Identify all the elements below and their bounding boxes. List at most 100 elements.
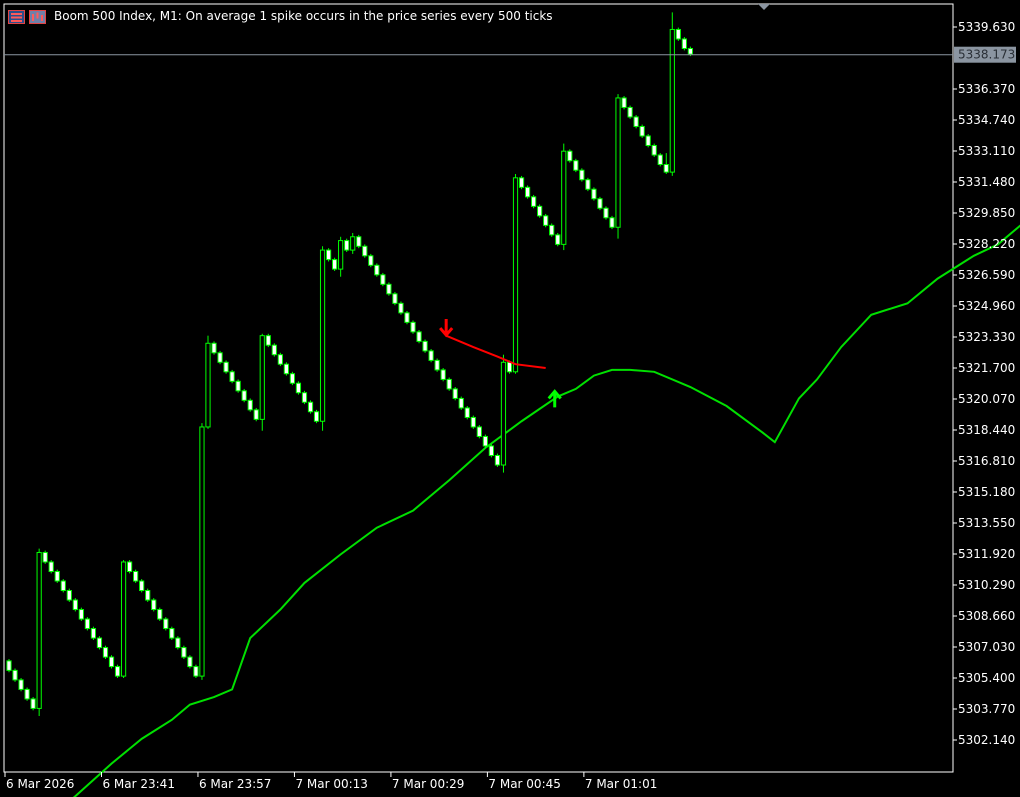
candle-body-up[interactable]: [199, 426, 205, 677]
candle-body-down[interactable]: [621, 97, 627, 108]
candle-body-down[interactable]: [307, 401, 314, 413]
candle-body-down[interactable]: [410, 321, 416, 333]
candle-body-down[interactable]: [446, 378, 452, 390]
candle-body-down[interactable]: [211, 342, 217, 354]
candle-body-down[interactable]: [96, 637, 103, 649]
candle-body-down[interactable]: [30, 698, 36, 709]
candle-body-up[interactable]: [338, 240, 344, 270]
candle-body-down[interactable]: [332, 259, 338, 270]
candle-body-down[interactable]: [627, 106, 633, 118]
candle-body-down[interactable]: [54, 570, 60, 582]
candle-body-up[interactable]: [350, 236, 356, 251]
candle-body-down[interactable]: [277, 354, 283, 365]
candle-body-down[interactable]: [133, 570, 139, 582]
candle-body-down[interactable]: [283, 363, 289, 375]
candle-body-down[interactable]: [537, 205, 543, 217]
candle-body-down[interactable]: [145, 590, 151, 601]
candle-body-down[interactable]: [368, 255, 374, 266]
candle-body-up[interactable]: [36, 551, 42, 709]
candle-body-down[interactable]: [78, 609, 84, 620]
candle-body-up[interactable]: [500, 361, 507, 466]
candle-body-down[interactable]: [573, 160, 579, 171]
candle-body-down[interactable]: [633, 116, 639, 127]
candle-body-down[interactable]: [48, 561, 54, 572]
candle-body-down[interactable]: [681, 38, 687, 49]
candle-body-down[interactable]: [488, 445, 494, 456]
candle-body-down[interactable]: [494, 454, 501, 466]
candle-body-down[interactable]: [12, 669, 18, 681]
candle-body-down[interactable]: [289, 373, 296, 384]
candle-body-down[interactable]: [452, 388, 458, 399]
candle-body-down[interactable]: [42, 551, 48, 563]
candle-body-down[interactable]: [567, 150, 573, 162]
candle-body-down[interactable]: [84, 618, 90, 630]
candle-body-up[interactable]: [615, 97, 621, 228]
candle-body-down[interactable]: [543, 215, 549, 226]
candle-body-down[interactable]: [6, 660, 12, 671]
candle-body-down[interactable]: [241, 390, 247, 401]
candle-body-down[interactable]: [398, 302, 404, 314]
candle-body-down[interactable]: [524, 186, 531, 198]
candle-body-down[interactable]: [404, 312, 410, 323]
candle-body-down[interactable]: [223, 361, 229, 373]
candle-body-down[interactable]: [675, 28, 681, 40]
candle-body-down[interactable]: [247, 399, 253, 411]
candle-body-down[interactable]: [344, 240, 350, 251]
candle-body-down[interactable]: [476, 426, 482, 437]
candle-body-down[interactable]: [392, 293, 398, 304]
candle-body-down[interactable]: [416, 331, 422, 342]
candle-body-down[interactable]: [362, 245, 368, 257]
candle-body-down[interactable]: [470, 416, 476, 428]
candle-body-down[interactable]: [585, 179, 591, 190]
candle-body-down[interactable]: [217, 352, 223, 363]
candle-body-down[interactable]: [506, 361, 513, 373]
candle-body-down[interactable]: [295, 382, 302, 394]
candle-body-down[interactable]: [386, 283, 392, 295]
candle-body-down[interactable]: [325, 249, 332, 261]
candle-body-down[interactable]: [139, 580, 145, 592]
candle-body-down[interactable]: [374, 264, 380, 276]
candle-body-down[interactable]: [163, 618, 169, 630]
candle-body-down[interactable]: [663, 164, 669, 173]
candle-body-up[interactable]: [669, 28, 675, 173]
candle-body-down[interactable]: [434, 359, 440, 371]
candle-body-down[interactable]: [271, 344, 277, 356]
candle-body-down[interactable]: [102, 647, 109, 658]
candle-body-down[interactable]: [253, 409, 259, 420]
candle-body-down[interactable]: [66, 590, 72, 601]
candle-body-down[interactable]: [193, 666, 199, 677]
candle-body-up[interactable]: [561, 150, 567, 245]
candle-body-down[interactable]: [518, 177, 525, 188]
candle-body-down[interactable]: [645, 135, 651, 146]
candle-body-down[interactable]: [657, 154, 663, 166]
candle-body-down[interactable]: [356, 236, 362, 247]
candle-body-down[interactable]: [651, 144, 657, 156]
candle-body-down[interactable]: [428, 350, 434, 361]
chart-shift-marker[interactable]: [758, 4, 770, 10]
candle-body-down[interactable]: [169, 628, 175, 639]
candle-body-down[interactable]: [549, 224, 555, 236]
price-chart[interactable]: 5339.630 5336.370 5334.740 5333.110 5331.480…: [0, 0, 1020, 797]
candle-body-down[interactable]: [440, 369, 446, 380]
candle-body-down[interactable]: [639, 125, 645, 137]
candle-body-down[interactable]: [181, 647, 187, 658]
candle-body-up[interactable]: [512, 177, 519, 373]
candle-body-down[interactable]: [380, 274, 386, 285]
candle-body-down[interactable]: [127, 561, 133, 572]
candle-body-down[interactable]: [482, 435, 488, 447]
candle-body-up[interactable]: [120, 561, 127, 677]
candle-body-down[interactable]: [531, 196, 537, 207]
candle-body-down[interactable]: [151, 599, 157, 611]
candle-body-down[interactable]: [114, 666, 121, 677]
candle-body-down[interactable]: [603, 207, 609, 219]
candle-body-down[interactable]: [265, 335, 271, 346]
candle-body-down[interactable]: [157, 609, 163, 620]
candle-body-down[interactable]: [687, 47, 693, 55]
candle-body-down[interactable]: [458, 397, 464, 409]
candle-body-down[interactable]: [229, 371, 235, 382]
candle-body-up[interactable]: [259, 335, 265, 420]
candle-body-down[interactable]: [72, 599, 78, 611]
candle-body-down[interactable]: [175, 637, 181, 649]
candle-body-down[interactable]: [597, 198, 603, 209]
candle-body-down[interactable]: [555, 234, 561, 245]
